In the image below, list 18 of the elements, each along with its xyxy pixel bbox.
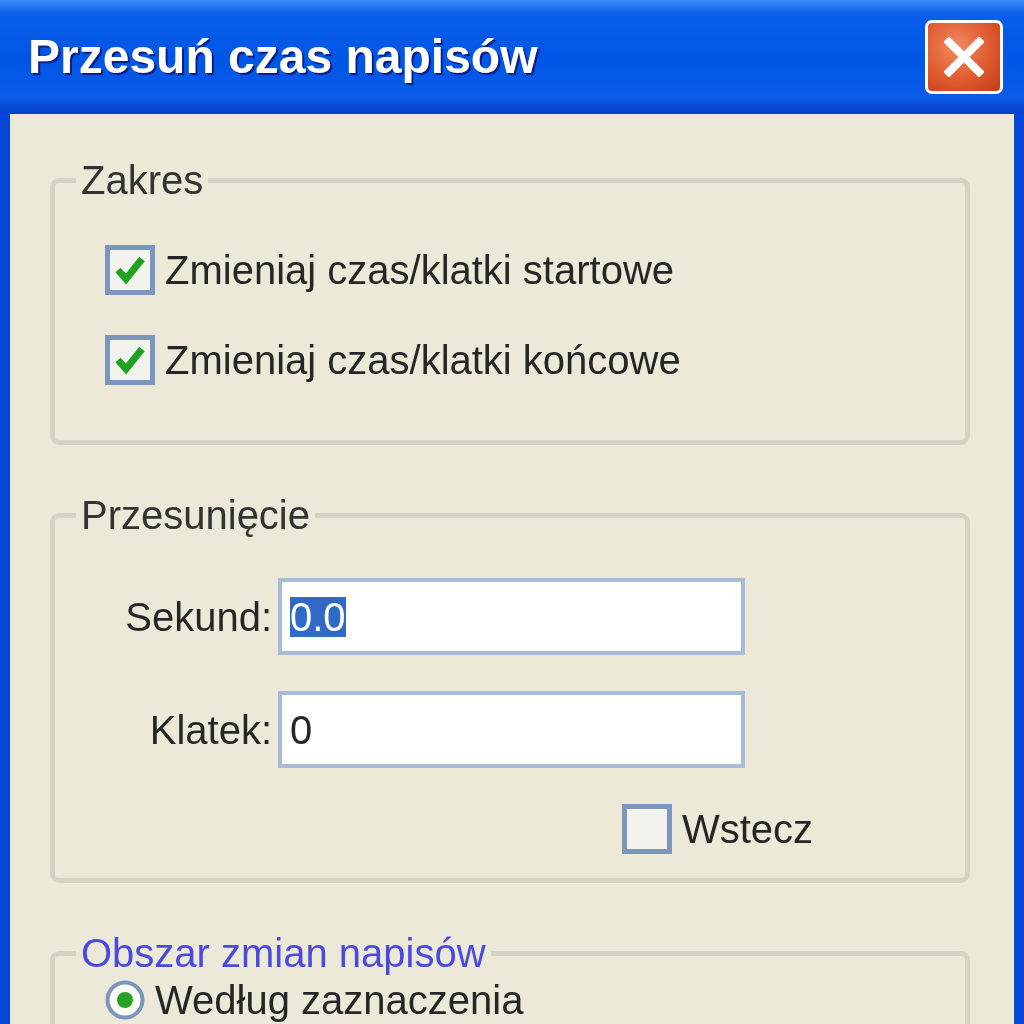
input-field[interactable]: 0.0 [278, 578, 745, 655]
checkbox-label: Wstecz [682, 808, 814, 850]
group-title: Obszar zmian napisów [80, 933, 487, 973]
close-button[interactable] [925, 20, 1003, 94]
radio-label: Według zaznaczenia [155, 979, 524, 1021]
field-label: Sekund: [124, 595, 272, 638]
group-title: Zakres [80, 160, 205, 200]
window-title: Przesuń czas napisów [28, 30, 538, 84]
field-label: Klatek: [148, 708, 272, 751]
checkbox-label: Zmieniaj czas/klatki startowe [165, 249, 675, 291]
checkbox[interactable] [105, 335, 155, 385]
checkbox[interactable] [622, 804, 672, 854]
checkbox-label: Zmieniaj czas/klatki końcowe [165, 339, 681, 381]
radio-button[interactable] [105, 980, 145, 1020]
close-icon [944, 37, 984, 77]
group-title: Przesunięcie [80, 495, 311, 535]
input-field[interactable]: 0 [278, 691, 745, 768]
checkbox[interactable] [105, 245, 155, 295]
